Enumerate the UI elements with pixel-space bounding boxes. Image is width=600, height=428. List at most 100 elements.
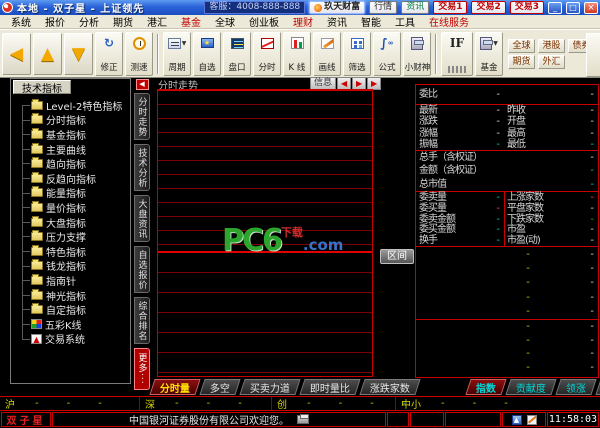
menu-analysis[interactable]: 分析	[72, 14, 106, 29]
intraday-chart[interactable]: PC6下载.com	[157, 89, 373, 377]
up-arrow-button[interactable]: ▲	[33, 33, 62, 75]
trade2-button[interactable]: 交易2	[471, 1, 505, 14]
menu-system[interactable]: 系统	[4, 14, 38, 29]
tree-item-shenguang[interactable]: 神光指标	[15, 288, 128, 303]
orderbook-button[interactable]: 盘口	[223, 32, 251, 76]
fortune-button[interactable]: 小财神	[403, 32, 431, 76]
market-group-shanghai[interactable]: 沪 - - -	[0, 397, 140, 410]
tree-item-support[interactable]: 压力支撑	[15, 229, 128, 244]
tab-advance-decline[interactable]: 涨跌家数	[359, 379, 420, 395]
tab-index[interactable]: 指数	[465, 379, 506, 395]
tree-item-trend[interactable]: 趋向指标	[15, 156, 128, 171]
market-group-shenzhen[interactable]: 深 - - -	[140, 397, 272, 410]
clipped-toolbar-button[interactable]	[586, 33, 600, 77]
status-icons: ▲	[502, 412, 546, 427]
vtab-composite-ranking[interactable]: 综合排名	[134, 297, 150, 344]
intraday-button[interactable]: 分时	[253, 32, 281, 76]
market-summary-bar: 沪 - - - 深 - - - 创 - - - - 中小 - - -	[0, 396, 600, 411]
tree-item-qianlong[interactable]: 钱龙指标	[15, 259, 128, 274]
maximize-button[interactable]: □	[566, 2, 580, 14]
message-icon[interactable]: ▲	[512, 415, 522, 425]
vtab-market-news[interactable]: 大盘资讯	[134, 195, 150, 242]
application-window: 本地 - 双子星 - 上证领先 客服：4008-888-888 玖天财富 行情 …	[0, 0, 600, 428]
trade-system-icon: ▲	[31, 334, 42, 344]
interval-button[interactable]: 区间	[380, 249, 414, 264]
tab-intraday-volume[interactable]: 分时量	[149, 379, 200, 395]
menu-info[interactable]: 资讯	[320, 14, 354, 29]
queue-section-lower: -- -- -- --	[416, 319, 598, 374]
collapse-panel-button[interactable]: ◀	[136, 79, 149, 90]
trade3-button[interactable]: 交易3	[510, 1, 544, 14]
price-section: 最新- 昨收- 涨跌- 开盘- 涨幅- 最高- 振幅- 最低-	[416, 104, 598, 150]
tree-item-trade-system[interactable]: ▲交易系统	[15, 332, 128, 347]
tab-volume-ratio[interactable]: 即时量比	[299, 379, 360, 395]
hk-stocks-button[interactable]: 港股	[538, 39, 565, 53]
global-market-button[interactable]: 全球	[508, 39, 535, 53]
forex-button[interactable]: 外汇	[538, 55, 565, 69]
menu-hkfx[interactable]: 港汇	[140, 14, 174, 29]
kline-button[interactable]: K 线	[283, 32, 311, 76]
correct-button[interactable]: ↻ 修正	[95, 32, 123, 76]
vtab-technical-analysis[interactable]: 技术分析	[134, 144, 150, 191]
menu-funds[interactable]: 基金	[174, 14, 208, 29]
tab-contribution[interactable]: 贡献度	[505, 379, 556, 395]
fund-button[interactable]: ▼ 基金	[475, 32, 503, 76]
tree-item-fund[interactable]: 基金指标	[15, 127, 128, 142]
vtab-watchlist-quotes[interactable]: 自选报价	[134, 246, 150, 293]
menu-online-service[interactable]: 在线服务	[422, 14, 476, 29]
tree-item-custom[interactable]: 自定指标	[15, 302, 128, 317]
menu-tools[interactable]: 工具	[388, 14, 422, 29]
down-arrow-button[interactable]: ▼	[64, 33, 93, 75]
tree-item-volprice[interactable]: 量价指标	[15, 200, 128, 215]
tab-buy-sell-force[interactable]: 买卖力道	[239, 379, 300, 395]
quotes-button[interactable]: 行情	[369, 1, 397, 14]
pencil-icon	[321, 38, 334, 49]
five-color-kline-icon	[31, 319, 42, 329]
favorites-button[interactable]: ★ 自选	[193, 32, 221, 76]
speedtest-button[interactable]: 测速	[125, 32, 153, 76]
promo-button[interactable]: 玖天财富	[309, 1, 365, 14]
tree-item-color-kline[interactable]: 五彩K线	[15, 317, 128, 332]
futures-market-button[interactable]: 期货	[508, 55, 535, 69]
trade1-button[interactable]: 交易1	[433, 1, 467, 14]
formula-button[interactable]: ∫∞ 公式	[373, 32, 401, 76]
titlebar: 本地 - 双子星 - 上证领先 客服：4008-888-888 玖天财富 行情 …	[0, 0, 600, 15]
printer-icon[interactable]	[297, 415, 309, 424]
tree-item-energy[interactable]: 能量指标	[15, 186, 128, 201]
pen-icon[interactable]	[527, 415, 537, 425]
if-index-futures-button[interactable]: IF	[441, 32, 473, 76]
tree-item-main-curve[interactable]: 主要曲线	[15, 142, 128, 157]
menu-wealth[interactable]: 理财	[286, 14, 320, 29]
tree-item-countertrend[interactable]: 反趋向指标	[15, 171, 128, 186]
folder-icon	[31, 115, 43, 124]
tree-header-tab[interactable]: 技术指标	[13, 80, 71, 94]
minimize-button[interactable]: _	[548, 2, 562, 14]
tab-leaders[interactable]: 领涨	[555, 379, 596, 395]
toolbar-separator	[157, 34, 159, 74]
drawline-button[interactable]: 画线	[313, 32, 341, 76]
menu-quotes[interactable]: 报价	[38, 14, 72, 29]
orderbook-icon	[231, 38, 244, 49]
market-group-sme[interactable]: 中小 - - -	[396, 397, 600, 410]
menu-futures[interactable]: 期货	[106, 14, 140, 29]
menu-smart[interactable]: 智能	[354, 14, 388, 29]
tree-item-market[interactable]: 大盘指标	[15, 215, 128, 230]
news-button[interactable]: 资讯	[401, 1, 429, 14]
close-button[interactable]: ×	[584, 2, 598, 14]
tab-current-lots[interactable]: 现手	[595, 379, 600, 395]
menu-global[interactable]: 全球	[208, 14, 242, 29]
vtab-intraday-trend[interactable]: 分时走势	[134, 93, 150, 140]
tree-item-level2[interactable]: Level-2特色指标	[15, 98, 128, 113]
tree-item-intraday[interactable]: 分时指标	[15, 113, 128, 128]
market-group-chinext[interactable]: 创 - - - -	[272, 397, 396, 410]
filter-button[interactable]: 筛选	[343, 32, 371, 76]
tree-item-special[interactable]: 特色指标	[15, 244, 128, 259]
folder-icon	[31, 291, 43, 300]
totals-section: 总手（含权证）- 金额（含权证）- 总市值-	[416, 150, 598, 191]
back-arrow-button[interactable]: ◀	[2, 33, 31, 75]
tab-long-short[interactable]: 多空	[199, 379, 240, 395]
period-button[interactable]: ▼ 周期	[163, 32, 191, 76]
menubar: 系统 报价 分析 期货 港汇 基金 全球 创业板 理财 资讯 智能 工具 在线服…	[0, 15, 600, 29]
menu-chinext[interactable]: 创业板	[242, 14, 286, 29]
tree-item-compass[interactable]: 指南针	[15, 273, 128, 288]
